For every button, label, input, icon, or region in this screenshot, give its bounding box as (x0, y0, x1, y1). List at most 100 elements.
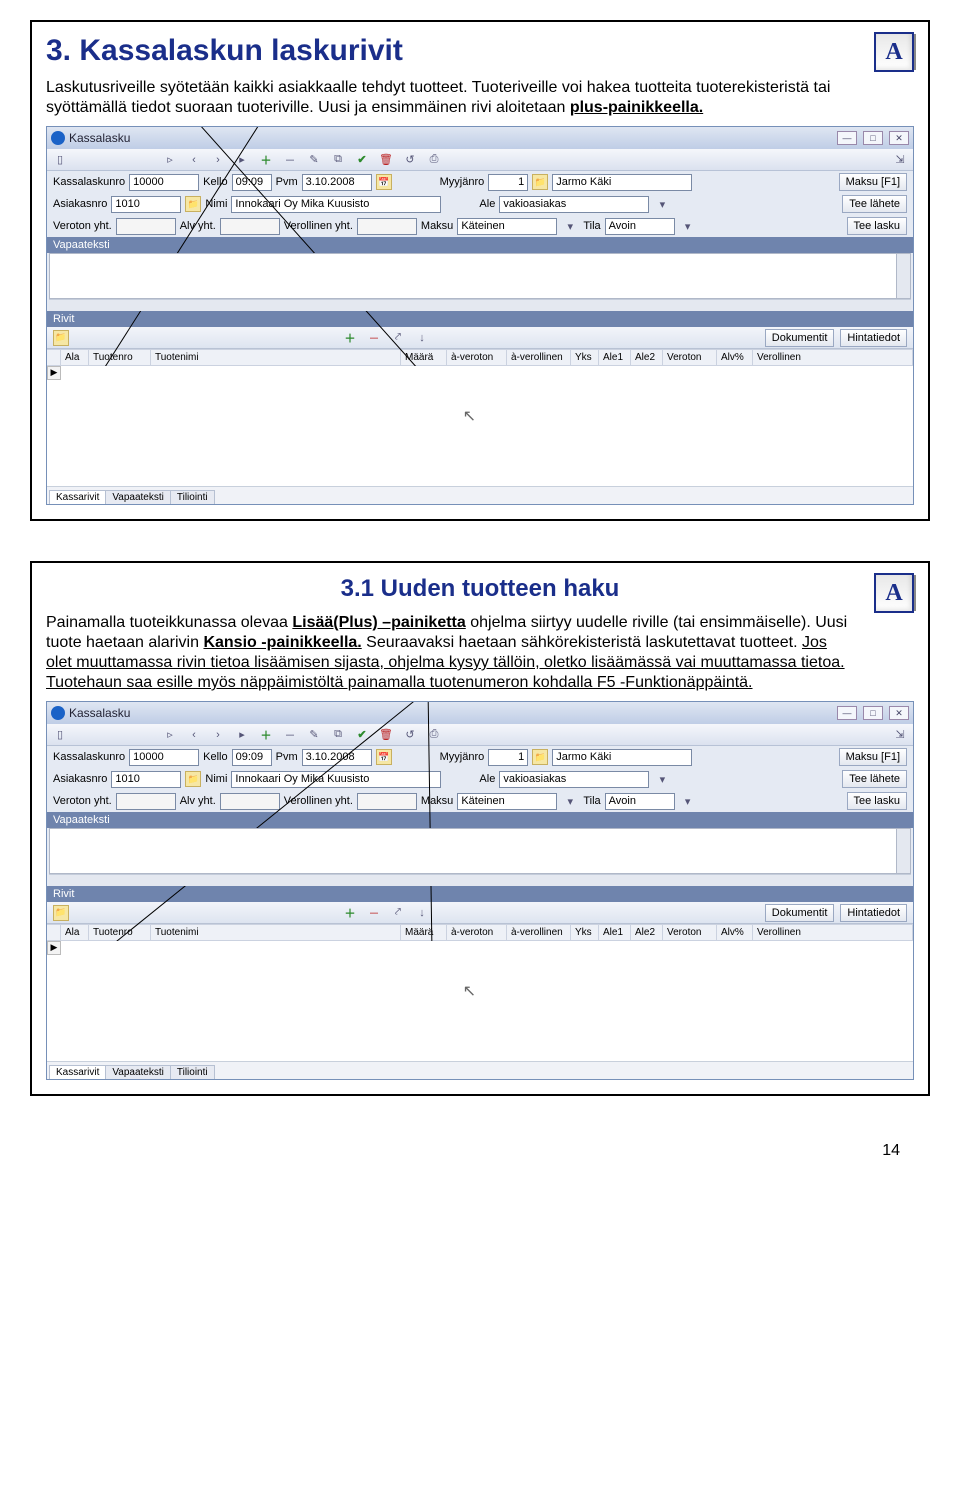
maximize-button[interactable]: □ (863, 706, 883, 720)
close-button[interactable]: ✕ (889, 706, 909, 720)
folder-icon[interactable]: 📁 (185, 196, 201, 212)
tool-export-icon[interactable]: ⇲ (891, 727, 909, 743)
tab-kassarivit[interactable]: Kassarivit (49, 1065, 106, 1079)
dropdown-icon[interactable]: ▾ (653, 196, 671, 212)
vapaateksti-area[interactable] (49, 828, 911, 874)
grid-body[interactable]: ▶ ↖ (47, 366, 913, 486)
tool-copy-icon[interactable]: ⧉ (329, 152, 347, 168)
row-down-icon[interactable]: ↓ (413, 905, 431, 921)
minimize-button[interactable]: — (837, 706, 857, 720)
dropdown-icon[interactable]: ▾ (679, 793, 697, 809)
col-averollinen[interactable]: à-verollinen (507, 925, 571, 940)
tool-trash-icon[interactable]: 🗑 (377, 152, 395, 168)
fld-myyja[interactable]: Jarmo Käki (552, 174, 692, 191)
row-down-icon[interactable]: ↓ (413, 330, 431, 346)
fld-maksu[interactable]: Käteinen (457, 218, 557, 235)
col-ale2[interactable]: Ale2 (631, 350, 663, 365)
grid-body[interactable]: ▶ ↖ (47, 941, 913, 1061)
tool-edit-icon[interactable]: ✎ (305, 152, 323, 168)
fld-tila[interactable]: Avoin (605, 793, 675, 810)
hintatiedot-button[interactable]: Hintatiedot (840, 904, 907, 922)
tool-trash-icon[interactable]: 🗑 (377, 727, 395, 743)
fld-kassalaskunro[interactable]: 10000 (129, 749, 199, 766)
folder-icon[interactable]: 📁 (53, 330, 69, 346)
fld-pvm[interactable]: 3.10.2008 (302, 174, 372, 191)
hscroll[interactable] (49, 874, 911, 886)
scrollbar[interactable] (896, 254, 910, 298)
dropdown-icon[interactable]: ▾ (561, 793, 579, 809)
close-button[interactable]: ✕ (889, 131, 909, 145)
tab-tiliointi[interactable]: Tiliointi (170, 490, 215, 504)
hscroll[interactable] (49, 299, 911, 311)
scrollbar[interactable] (896, 829, 910, 873)
fld-kassalaskunro[interactable]: 10000 (129, 174, 199, 191)
maksu-f1-button[interactable]: Maksu [F1] (839, 748, 907, 766)
col-yks[interactable]: Yks (571, 925, 599, 940)
dropdown-icon[interactable]: ▾ (653, 771, 671, 787)
fld-kello[interactable]: 09:09 (232, 174, 272, 191)
fld-kello[interactable]: 09:09 (232, 749, 272, 766)
tool-first-icon[interactable]: ▹ (161, 152, 179, 168)
tee-lasku-button[interactable]: Tee lasku (847, 792, 907, 810)
fld-nimi[interactable]: Innokaari Oy Mika Kuusisto (231, 771, 441, 788)
col-alv[interactable]: Alv% (717, 925, 753, 940)
tool-minus-icon[interactable]: － (281, 727, 299, 743)
col-averollinen[interactable]: à-verollinen (507, 350, 571, 365)
dropdown-icon[interactable]: ▾ (679, 218, 697, 234)
tool-plus-icon[interactable]: ＋ (257, 727, 275, 743)
col-alv[interactable]: Alv% (717, 350, 753, 365)
folder-icon[interactable]: 📁 (53, 905, 69, 921)
hintatiedot-button[interactable]: Hintatiedot (840, 329, 907, 347)
col-veroton[interactable]: Veroton (663, 350, 717, 365)
col-averoton[interactable]: à-veroton (447, 350, 507, 365)
tool-first-icon[interactable]: ▹ (161, 727, 179, 743)
tool-next-icon[interactable]: › (209, 727, 227, 743)
tool-prev-icon[interactable]: ‹ (185, 727, 203, 743)
tool-attach-icon[interactable]: ↺ (401, 152, 419, 168)
tool-prev-icon[interactable]: ‹ (185, 152, 203, 168)
tool-check-icon[interactable]: ✔ (353, 727, 371, 743)
maximize-button[interactable]: □ (863, 131, 883, 145)
fld-myyja[interactable]: Jarmo Käki (552, 749, 692, 766)
col-tuotenimi[interactable]: Tuotenimi (151, 925, 401, 940)
col-yks[interactable]: Yks (571, 350, 599, 365)
minimize-button[interactable]: — (837, 131, 857, 145)
row-minus-icon[interactable]: － (365, 330, 383, 346)
col-ale1[interactable]: Ale1 (599, 925, 631, 940)
col-averoton[interactable]: à-veroton (447, 925, 507, 940)
fld-myyjanro[interactable]: 1 (488, 174, 528, 191)
fld-myyjanro[interactable]: 1 (488, 749, 528, 766)
tool-export-icon[interactable]: ⇲ (891, 152, 909, 168)
tee-lahete-button[interactable]: Tee lähete (842, 770, 907, 788)
row-minus-icon[interactable]: － (365, 905, 383, 921)
dropdown-icon[interactable]: ▾ (561, 218, 579, 234)
fld-asiakasnro[interactable]: 1010 (111, 771, 181, 788)
calendar-icon[interactable]: 📅 (376, 749, 392, 765)
col-verollinen[interactable]: Verollinen (753, 350, 913, 365)
col-ale2[interactable]: Ale2 (631, 925, 663, 940)
tool-doc-icon[interactable]: ▯ (51, 727, 69, 743)
row-export-icon[interactable]: ⤤ (389, 330, 407, 346)
dokumentit-button[interactable]: Dokumentit (765, 904, 835, 922)
calendar-icon[interactable]: 📅 (376, 174, 392, 190)
tool-attach-icon[interactable]: ↺ (401, 727, 419, 743)
tool-print-icon[interactable]: ⎙ (425, 152, 443, 168)
fld-maksu[interactable]: Käteinen (457, 793, 557, 810)
col-tuotenimi[interactable]: Tuotenimi (151, 350, 401, 365)
tool-edit-icon[interactable]: ✎ (305, 727, 323, 743)
tool-print-icon[interactable]: ⎙ (425, 727, 443, 743)
fld-tila[interactable]: Avoin (605, 218, 675, 235)
col-ala[interactable]: Ala (61, 925, 89, 940)
folder-icon[interactable]: 📁 (532, 174, 548, 190)
tab-vapaateksti[interactable]: Vapaateksti (105, 490, 171, 504)
vapaateksti-area[interactable] (49, 253, 911, 299)
row-plus-icon[interactable]: ＋ (341, 905, 359, 921)
fld-ale[interactable]: vakioasiakas (499, 196, 649, 213)
tee-lahete-button[interactable]: Tee lähete (842, 195, 907, 213)
col-ale1[interactable]: Ale1 (599, 350, 631, 365)
fld-asiakasnro[interactable]: 1010 (111, 196, 181, 213)
tool-copy-icon[interactable]: ⧉ (329, 727, 347, 743)
tee-lasku-button[interactable]: Tee lasku (847, 217, 907, 235)
col-veroton[interactable]: Veroton (663, 925, 717, 940)
folder-icon[interactable]: 📁 (185, 771, 201, 787)
